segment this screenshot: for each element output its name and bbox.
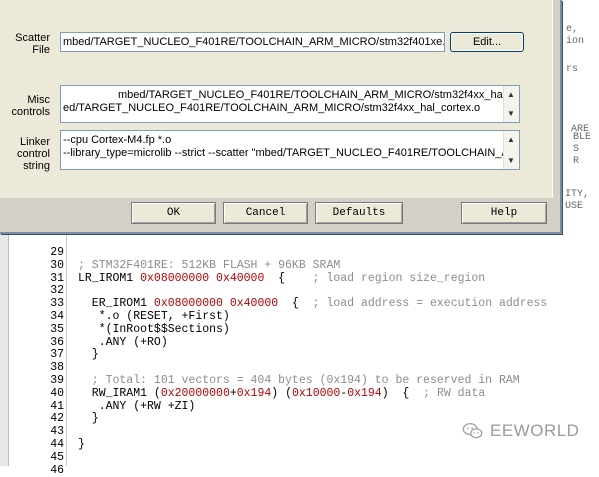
code-token: } bbox=[78, 412, 99, 426]
line-number: 46 bbox=[50, 463, 64, 477]
code-line: ; Total: 101 vectors = 404 bytes (0x194)… bbox=[78, 375, 520, 387]
background-text-fragment: ITY, bbox=[565, 189, 590, 200]
code-line: RW_IRAM1 (0x20000000+0x194) (0x10000-0x1… bbox=[78, 386, 486, 400]
code-token: ER_IROM1 bbox=[78, 297, 154, 311]
code-line: } bbox=[78, 439, 85, 451]
code-line: *.o (RESET, +First) bbox=[78, 311, 230, 323]
code-number: 0x194 bbox=[347, 386, 382, 400]
watermark-text: EEWORLD bbox=[490, 421, 580, 440]
scatter-file-input[interactable]: mbed/TARGET_NUCLEO_F401RE/TOOLCHAIN_ARM_… bbox=[60, 32, 445, 52]
code-line: ; STM32F401RE: 512KB FLASH + 96KB SRAM bbox=[78, 258, 341, 272]
cancel-button[interactable]: Cancel bbox=[223, 202, 308, 224]
background-text-fragment: ion bbox=[566, 36, 585, 47]
defaults-button[interactable]: Defaults bbox=[315, 202, 403, 224]
line-number: 39 bbox=[50, 374, 64, 387]
code-number: 0x194 bbox=[236, 386, 272, 400]
linker-options-panel: Scatter File mbed/TARGET_NUCLEO_F401RE/T… bbox=[0, 0, 553, 198]
code-token: LR_IROM1 bbox=[78, 271, 141, 285]
line-number: 37 bbox=[50, 348, 64, 362]
ok-button[interactable]: OK bbox=[131, 202, 216, 224]
code-number: 0x10000 bbox=[291, 386, 341, 400]
scroll-down-icon[interactable]: ▼ bbox=[507, 154, 515, 167]
misc-line-1: mbed/TARGET_NUCLEO_F401RE/TOOLCHAIN_ARM_… bbox=[63, 89, 520, 101]
scroll-up-icon[interactable]: ▲ bbox=[507, 88, 515, 101]
linker-options-dialog: Scatter File mbed/TARGET_NUCLEO_F401RE/T… bbox=[0, 0, 562, 234]
line-number: 44 bbox=[50, 438, 64, 451]
code-token: *.o (RESET, +First) bbox=[78, 310, 230, 323]
misc-controls-textarea[interactable]: mbed/TARGET_NUCLEO_F401RE/TOOLCHAIN_ARM_… bbox=[60, 85, 520, 123]
code-token: ) ( bbox=[271, 386, 292, 400]
line-number: 41 bbox=[50, 399, 64, 413]
line-number: 45 bbox=[50, 450, 64, 464]
misc-scrollbar[interactable]: ▲ ▼ bbox=[503, 86, 519, 122]
code-comment: ; load region size_region bbox=[312, 271, 486, 285]
line-number: 29 bbox=[50, 246, 64, 259]
scatter-file-label: Scatter File bbox=[15, 32, 50, 56]
code-token: { bbox=[264, 271, 313, 285]
code-number: 0x20000000 bbox=[160, 386, 230, 400]
scroll-down-icon[interactable]: ▼ bbox=[507, 107, 515, 120]
line-number: 32 bbox=[50, 284, 64, 298]
code-line: } bbox=[78, 413, 99, 425]
code-token: } bbox=[78, 348, 99, 362]
line-number: 42 bbox=[50, 412, 64, 426]
line-number: 36 bbox=[50, 335, 64, 349]
code-line: ER_IROM1 0x08000000 0x40000 { ; load add… bbox=[78, 297, 548, 311]
background-text-fragment: R bbox=[573, 156, 580, 167]
eeworld-watermark: EEWORLD bbox=[462, 420, 579, 442]
code-token: } bbox=[78, 438, 85, 451]
code-line: *(InRoot$$Sections) bbox=[78, 322, 230, 336]
code-line: .ANY (+RO) bbox=[78, 335, 168, 349]
line-number: 31 bbox=[50, 271, 64, 285]
linker-scrollbar[interactable]: ▲ ▼ bbox=[503, 131, 519, 169]
background-text-fragment: rs bbox=[566, 64, 579, 75]
code-token: *(InRoot$$Sections) bbox=[78, 322, 230, 336]
line-number: 33 bbox=[50, 297, 64, 311]
help-button[interactable]: Help bbox=[461, 202, 547, 224]
linker-line-1: --cpu Cortex-M4.fp *.o bbox=[63, 134, 172, 146]
scroll-up-icon[interactable]: ▲ bbox=[507, 133, 515, 146]
code-number: 0x08000000 0x40000 bbox=[153, 297, 279, 311]
code-token: + bbox=[229, 386, 237, 400]
code-token: ) { bbox=[381, 386, 424, 400]
line-number: 34 bbox=[50, 310, 64, 323]
dialog-button-bar: OK Cancel Defaults Help bbox=[0, 198, 556, 230]
line-number: 43 bbox=[50, 425, 64, 439]
background-text-fragment: S bbox=[573, 144, 580, 155]
code-line: LR_IROM1 0x08000000 0x40000 { ; load reg… bbox=[78, 271, 486, 285]
line-number: 35 bbox=[50, 322, 64, 336]
code-token: .ANY (+RW +ZI) bbox=[78, 399, 196, 413]
code-comment: ; STM32F401RE: 512KB FLASH + 96KB SRAM bbox=[78, 258, 341, 272]
code-line: } bbox=[78, 349, 99, 361]
linker-control-label: Linker control string bbox=[16, 136, 50, 172]
edit-scatter-button[interactable]: Edit... bbox=[450, 32, 524, 52]
wechat-icon bbox=[462, 423, 483, 439]
code-token: RW_IRAM1 ( bbox=[78, 386, 161, 400]
code-comment: ; load address = execution address bbox=[312, 297, 548, 311]
line-number: 30 bbox=[50, 258, 64, 272]
linker-control-string-field[interactable]: --cpu Cortex-M4.fp *.o --library_type=mi… bbox=[60, 130, 520, 170]
scatter-file-value: mbed/TARGET_NUCLEO_F401RE/TOOLCHAIN_ARM_… bbox=[63, 36, 445, 48]
misc-line-2: ed/TARGET_NUCLEO_F401RE/TOOLCHAIN_ARM_MI… bbox=[63, 102, 481, 114]
background-text-fragment: BLE bbox=[573, 132, 592, 143]
code-line: .ANY (+RW +ZI) bbox=[78, 399, 196, 413]
background-text-fragment: USE bbox=[565, 201, 584, 212]
code-number: 0x08000000 0x40000 bbox=[140, 271, 265, 285]
line-number: 40 bbox=[50, 386, 64, 400]
misc-controls-label: Misc controls bbox=[11, 94, 50, 118]
background-text-fragment: e, bbox=[566, 24, 579, 35]
code-comment: ; RW data bbox=[423, 386, 486, 400]
code-token: .ANY (+RO) bbox=[78, 335, 168, 349]
code-token: { bbox=[278, 297, 313, 311]
linker-line-2: --library_type=microlib --strict --scatt… bbox=[63, 147, 520, 159]
code-comment: ; Total: 101 vectors = 404 bytes (0x194)… bbox=[78, 374, 520, 387]
line-number: 38 bbox=[50, 361, 64, 375]
